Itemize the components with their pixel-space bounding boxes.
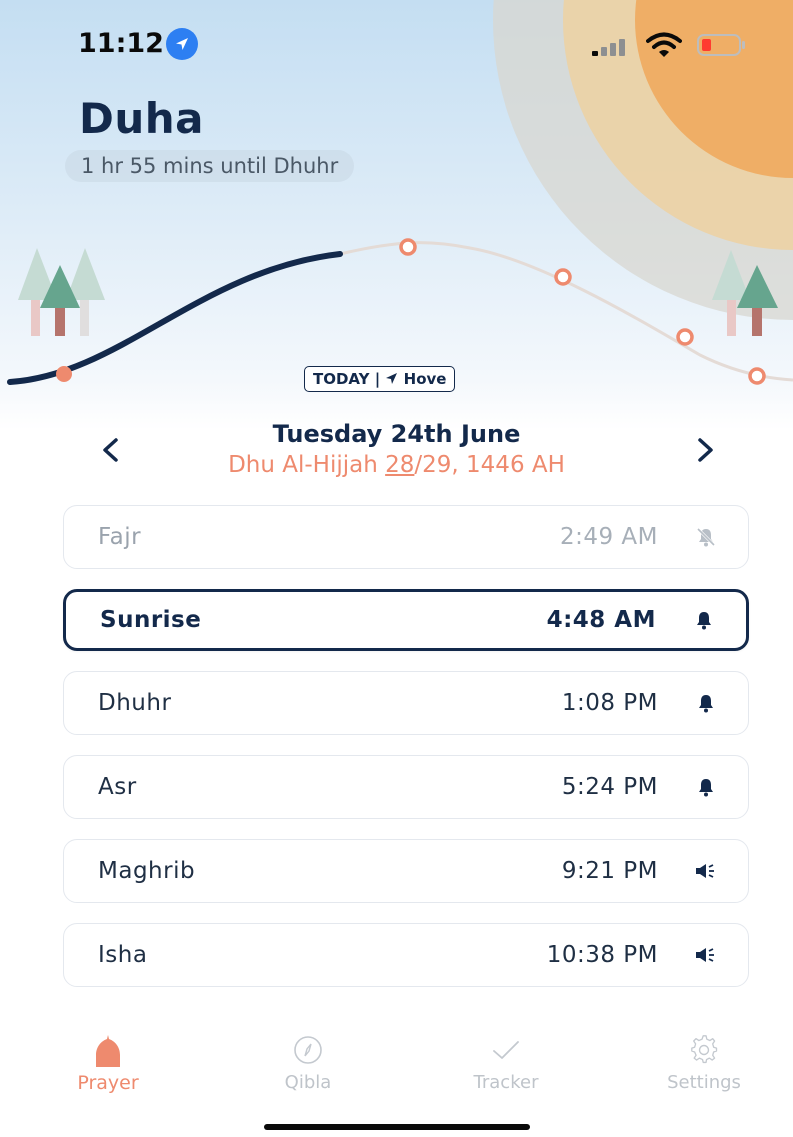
wifi-icon	[646, 32, 682, 62]
prayer-time: 1:08 PM	[561, 690, 658, 716]
prayer-row-isha[interactable]: Isha 10:38 PM	[63, 923, 749, 987]
prayer-name: Dhuhr	[98, 690, 172, 716]
sunrise-marker	[56, 366, 72, 382]
home-indicator[interactable]	[264, 1124, 530, 1130]
prayer-time: 10:38 PM	[546, 942, 658, 968]
prayer-time: 9:21 PM	[561, 858, 658, 884]
prayer-row-fajr[interactable]: Fajr 2:49 AM	[63, 505, 749, 569]
prayer-name: Fajr	[98, 524, 142, 550]
hijri-rest: /29, 1446 AH	[414, 452, 565, 478]
prayer-name: Isha	[98, 942, 148, 968]
maghrib-marker	[676, 328, 694, 346]
hijri-month: Dhu Al-Hijjah	[228, 452, 378, 478]
location-arrow-icon	[385, 370, 398, 388]
battery-low-icon	[697, 34, 745, 56]
bell-off-icon[interactable]	[694, 525, 718, 549]
isha-marker	[748, 367, 766, 385]
prayer-row-sunrise[interactable]: Sunrise 4:48 AM	[63, 589, 749, 651]
prayer-name: Maghrib	[98, 858, 196, 884]
speaker-icon[interactable]	[694, 859, 718, 883]
today-location-badge[interactable]: TODAY | Hove	[304, 366, 456, 392]
location-arrow-icon	[166, 28, 198, 60]
tab-label: Qibla	[284, 1072, 332, 1093]
badge-separator: |	[374, 370, 381, 388]
prayer-name: Sunrise	[100, 607, 202, 633]
bell-icon[interactable]	[692, 608, 716, 632]
chevron-right-icon[interactable]	[686, 430, 726, 470]
tab-bar: Prayer Qibla Tracker Settings	[0, 1030, 793, 1110]
dhuhr-marker	[399, 238, 417, 256]
tab-label: Prayer	[77, 1072, 139, 1094]
compass-icon	[238, 1030, 378, 1070]
prayer-row-dhuhr[interactable]: Dhuhr 1:08 PM	[63, 671, 749, 735]
trees-left	[18, 248, 105, 336]
trees-right	[712, 250, 778, 336]
prayer-row-asr[interactable]: Asr 5:24 PM	[63, 755, 749, 819]
cellular-signal-icon	[592, 38, 632, 60]
current-period-title: Duha	[79, 94, 205, 143]
prayer-time: 2:49 AM	[559, 524, 658, 550]
gear-icon	[634, 1030, 774, 1070]
gregorian-date: Tuesday 24th June	[272, 420, 521, 448]
prayer-time: 5:24 PM	[561, 774, 658, 800]
location-label: Hove	[403, 370, 447, 388]
status-bar: 11:12	[0, 24, 793, 64]
today-label: TODAY	[313, 370, 370, 388]
tab-settings[interactable]: Settings	[634, 1030, 774, 1093]
bell-icon[interactable]	[694, 691, 718, 715]
asr-marker	[554, 268, 572, 286]
prayer-name: Asr	[98, 774, 137, 800]
countdown-pill: 1 hr 55 mins until Dhuhr	[65, 150, 355, 182]
date-navigator: Tuesday 24th June Dhu Al-Hijjah 28/29, 1…	[0, 418, 793, 488]
checkmark-icon	[436, 1030, 576, 1070]
tab-tracker[interactable]: Tracker	[436, 1030, 576, 1093]
hijri-day: 28	[385, 452, 415, 478]
tab-label: Tracker	[473, 1072, 539, 1093]
tab-prayer[interactable]: Prayer	[38, 1030, 178, 1094]
bell-icon[interactable]	[694, 775, 718, 799]
mosque-dome-icon	[38, 1030, 178, 1070]
speaker-icon[interactable]	[694, 943, 718, 967]
hijri-date: Dhu Al-Hijjah 28/29, 1446 AH	[0, 452, 793, 478]
status-time: 11:12	[78, 28, 164, 59]
prayer-time: 4:48 AM	[546, 607, 656, 633]
tab-label: Settings	[667, 1072, 741, 1093]
prayer-row-maghrib[interactable]: Maghrib 9:21 PM	[63, 839, 749, 903]
prayer-times-list: Fajr 2:49 AM Sunrise 4:48 AM Dhuhr 1:08 …	[63, 505, 749, 1007]
tab-qibla[interactable]: Qibla	[238, 1030, 378, 1093]
